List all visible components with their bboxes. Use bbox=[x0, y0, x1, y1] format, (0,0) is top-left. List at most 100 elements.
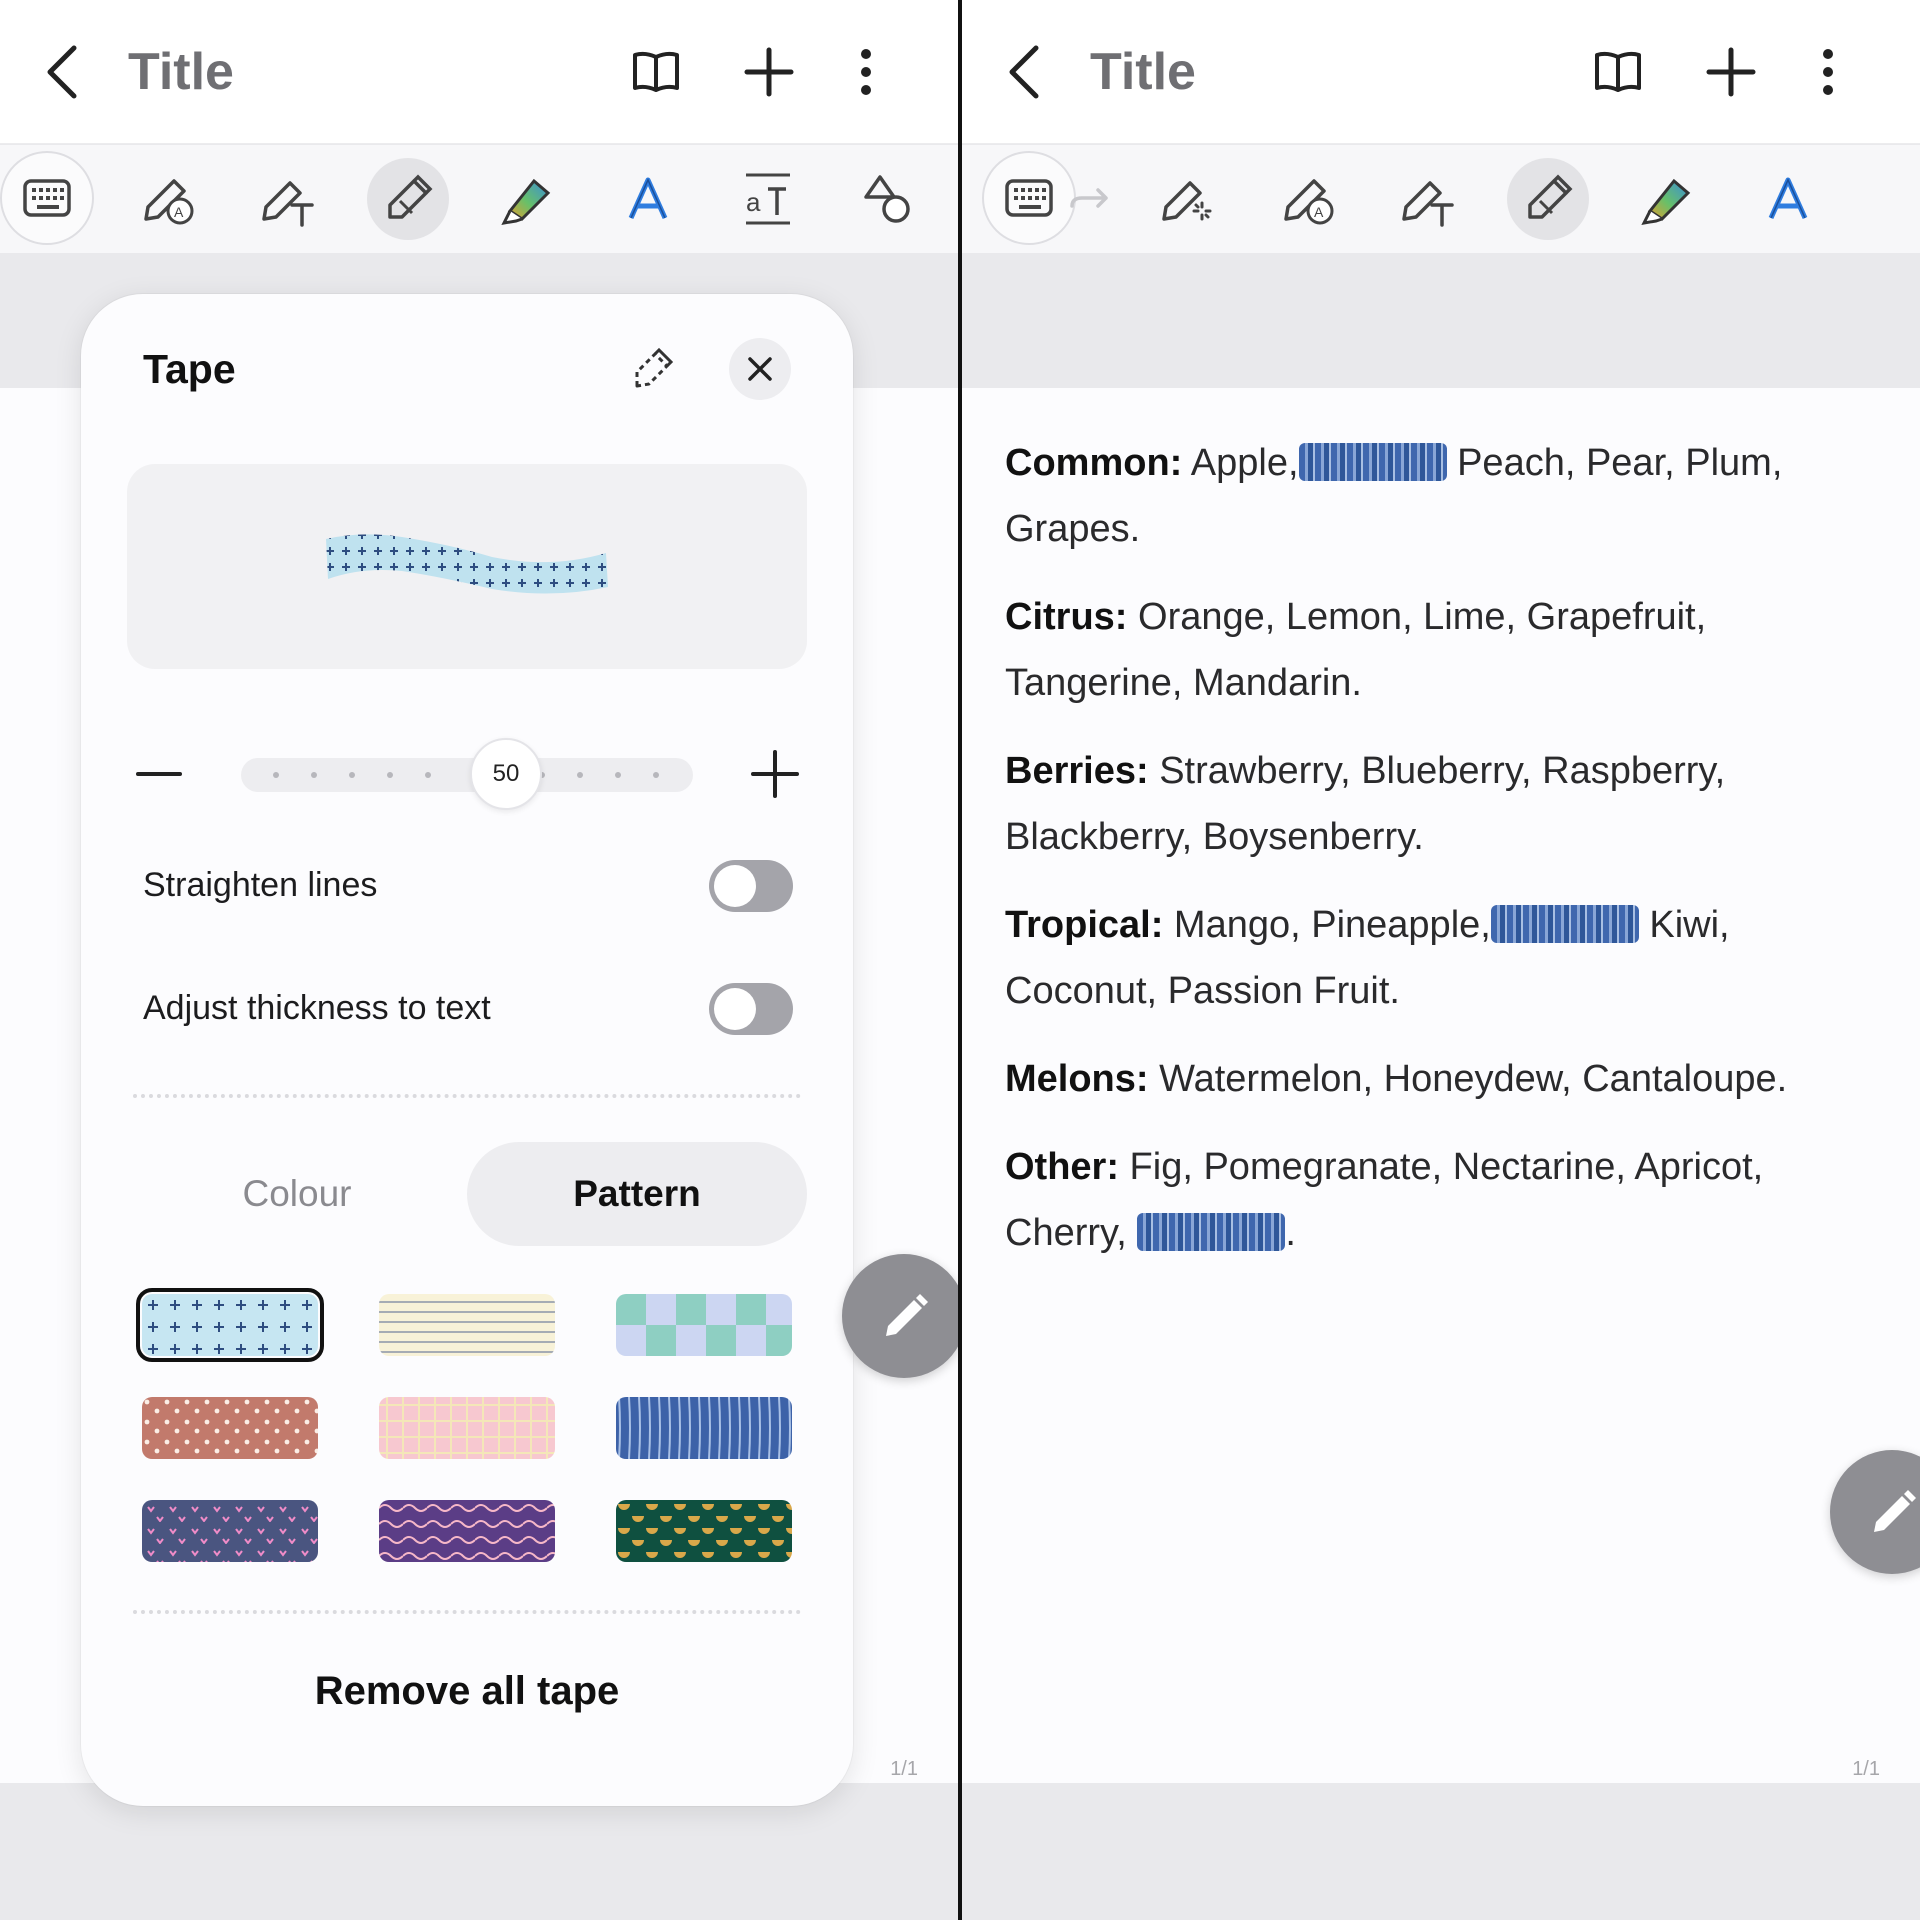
tape-strip[interactable] bbox=[1490, 905, 1639, 943]
add-button[interactable] bbox=[1699, 40, 1763, 104]
pencil-icon bbox=[886, 1294, 928, 1336]
note-text: Watermelon, Honeydew, Cantaloupe. bbox=[1148, 1058, 1788, 1100]
category-label: Other: bbox=[1005, 1146, 1119, 1188]
book-icon bbox=[1595, 51, 1641, 92]
more-options-button[interactable] bbox=[1796, 40, 1860, 104]
svg-text:A: A bbox=[174, 204, 184, 220]
edit-fab[interactable] bbox=[842, 1254, 958, 1378]
tab-colour[interactable]: Colour bbox=[127, 1142, 467, 1246]
right-screen: Title A Common: Apple, Peach, Pear, Plum… bbox=[962, 0, 1920, 1920]
reading-mode-button[interactable] bbox=[624, 40, 688, 104]
text-style-button[interactable] bbox=[600, 151, 696, 247]
pattern-teal-checker[interactable] bbox=[616, 1294, 792, 1356]
decrease-thickness-button[interactable] bbox=[127, 742, 191, 806]
page-number: 1/1 bbox=[890, 1758, 918, 1780]
tape-eraser-button[interactable] bbox=[621, 340, 681, 400]
note-title[interactable]: Title bbox=[128, 42, 234, 102]
divider bbox=[133, 1094, 801, 1098]
slider-tick bbox=[425, 772, 431, 778]
back-button[interactable] bbox=[30, 40, 94, 104]
straighten-lines-toggle[interactable] bbox=[709, 860, 793, 912]
left-screen: Title A a 1/1 Tape 50 Straighten lines A… bbox=[0, 0, 958, 1920]
pencil-icon bbox=[1874, 1490, 1916, 1532]
book-icon bbox=[633, 51, 679, 92]
slider-tick bbox=[615, 772, 621, 778]
redo-arrow-icon bbox=[1070, 188, 1108, 208]
text-style-button[interactable] bbox=[1740, 151, 1836, 247]
pen-to-text-button[interactable] bbox=[240, 151, 336, 247]
pattern-blue-cross[interactable] bbox=[136, 1288, 324, 1362]
straighten-lines-row[interactable]: Straighten lines bbox=[143, 854, 793, 918]
text-format-button[interactable]: a bbox=[720, 151, 816, 247]
font-a-icon bbox=[628, 177, 668, 220]
tape-tool-button[interactable] bbox=[1507, 158, 1589, 240]
more-vertical-icon bbox=[1823, 49, 1833, 95]
adjust-thickness-label: Adjust thickness to text bbox=[143, 989, 491, 1027]
pattern-blue-stripes[interactable] bbox=[616, 1397, 792, 1459]
slider-tick bbox=[273, 772, 279, 778]
pattern-cream-lines[interactable] bbox=[379, 1294, 555, 1356]
keyboard-icon bbox=[23, 179, 71, 217]
shapes-button[interactable] bbox=[840, 151, 936, 247]
back-chevron-icon bbox=[1009, 45, 1039, 99]
category-label: Tropical: bbox=[1005, 904, 1164, 946]
add-button[interactable] bbox=[737, 40, 801, 104]
tape-tool-icon bbox=[388, 174, 433, 219]
pattern-green-mustard[interactable] bbox=[616, 1500, 792, 1562]
pattern-navy-hearts[interactable] bbox=[142, 1500, 318, 1562]
handwriting-to-text-button[interactable]: A bbox=[1260, 151, 1356, 247]
highlighter-button[interactable] bbox=[480, 151, 576, 247]
straighten-lines-label: Straighten lines bbox=[143, 866, 378, 904]
redo-button[interactable] bbox=[1060, 151, 1120, 247]
thickness-slider[interactable] bbox=[241, 758, 693, 792]
reading-mode-button[interactable] bbox=[1586, 40, 1650, 104]
more-vertical-icon bbox=[861, 49, 871, 95]
note-text: Mango, Pineapple, bbox=[1163, 904, 1491, 946]
note-paragraph[interactable]: Berries: Strawberry, Blueberry, Raspberr… bbox=[1005, 738, 1885, 870]
handwriting-to-text-button[interactable]: A bbox=[120, 151, 216, 247]
highlighter-button[interactable] bbox=[1620, 151, 1716, 247]
tape-tool-button[interactable] bbox=[367, 158, 449, 240]
minus-icon bbox=[136, 772, 182, 776]
slider-tick bbox=[311, 772, 317, 778]
tape-strip[interactable] bbox=[1137, 1213, 1286, 1251]
adjust-thickness-toggle[interactable] bbox=[709, 983, 793, 1035]
category-label: Berries: bbox=[1005, 750, 1149, 792]
remove-all-tape-button[interactable]: Remove all tape bbox=[81, 1669, 853, 1714]
note-paragraph[interactable]: Citrus: Orange, Lemon, Lime, Grapefruit,… bbox=[1005, 584, 1885, 716]
note-header: Title bbox=[962, 0, 1920, 144]
font-a-icon bbox=[1768, 177, 1808, 220]
colour-pattern-tabs: Colour Pattern bbox=[127, 1142, 807, 1246]
note-paragraph[interactable]: Melons: Watermelon, Honeydew, Cantaloupe… bbox=[1005, 1046, 1885, 1112]
thickness-slider-row: 50 bbox=[127, 734, 807, 814]
pattern-purple-waves[interactable] bbox=[379, 1500, 555, 1562]
keyboard-icon bbox=[1005, 179, 1053, 217]
plus-icon bbox=[751, 750, 799, 798]
note-content[interactable]: Common: Apple, Peach, Pear, Plum, Grapes… bbox=[1005, 430, 1885, 1288]
note-title[interactable]: Title bbox=[1090, 42, 1196, 102]
pattern-pink-grid[interactable] bbox=[379, 1397, 555, 1459]
keyboard-button[interactable] bbox=[0, 151, 94, 245]
pen-to-text-button[interactable] bbox=[1380, 151, 1476, 247]
note-paragraph[interactable]: Tropical: Mango, Pineapple, Kiwi, Coconu… bbox=[1005, 892, 1885, 1024]
tape-tool-icon bbox=[1528, 174, 1573, 219]
slider-tick bbox=[387, 772, 393, 778]
tape-strip[interactable] bbox=[1298, 443, 1447, 481]
toggle-knob bbox=[714, 865, 756, 907]
close-panel-button[interactable] bbox=[729, 338, 791, 400]
slider-thumb[interactable]: 50 bbox=[470, 738, 542, 810]
pattern-terracotta-dots[interactable] bbox=[142, 1397, 318, 1459]
note-text: . bbox=[1285, 1212, 1296, 1254]
ai-pen-button[interactable] bbox=[1140, 151, 1236, 247]
note-paragraph[interactable]: Other: Fig, Pomegranate, Nectarine, Apri… bbox=[1005, 1134, 1885, 1266]
adjust-thickness-row[interactable]: Adjust thickness to text bbox=[143, 977, 793, 1041]
back-button[interactable] bbox=[992, 40, 1056, 104]
plus-icon bbox=[1706, 47, 1756, 97]
note-text: Fig, Pomegranate, Nectarine, Apricot, Ch… bbox=[1005, 1146, 1764, 1254]
tab-pattern[interactable]: Pattern bbox=[467, 1142, 807, 1246]
screen-divider bbox=[958, 0, 962, 1920]
note-paragraph[interactable]: Common: Apple, Peach, Pear, Plum, Grapes… bbox=[1005, 430, 1885, 562]
toggle-knob bbox=[714, 988, 756, 1030]
more-options-button[interactable] bbox=[834, 40, 898, 104]
increase-thickness-button[interactable] bbox=[743, 742, 807, 806]
